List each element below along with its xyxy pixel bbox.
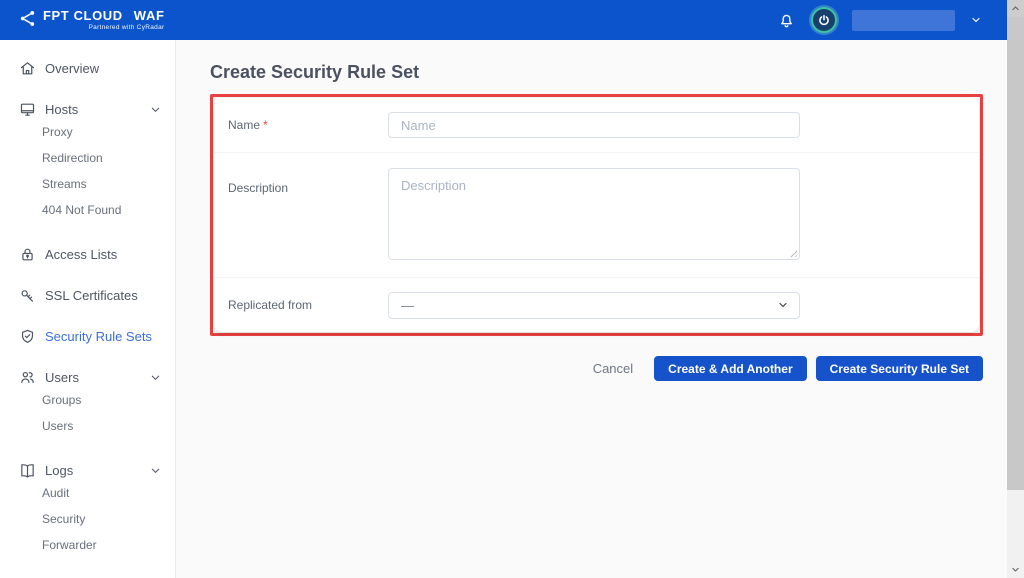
selected-option: —: [401, 297, 414, 313]
key-icon: [19, 287, 36, 304]
user-name-redacted[interactable]: [852, 9, 955, 31]
product-name: WAF: [133, 7, 165, 23]
sidebar-item-access-lists[interactable]: Access Lists: [0, 244, 175, 264]
home-icon: [19, 60, 36, 77]
top-bar: FPT CLOUD WAF Partnered with CyRadar: [0, 0, 1024, 40]
form-row-description: Description: [214, 152, 979, 277]
sidebar-item-users[interactable]: Users: [0, 413, 175, 439]
power-logout-icon[interactable]: [811, 7, 837, 33]
sidebar-subitem-label: Proxy: [42, 125, 73, 139]
sidebar-item-label: Hosts: [45, 101, 79, 117]
sidebar-subitem-label: Streams: [42, 177, 87, 191]
description-textarea[interactable]: [388, 168, 800, 260]
book-icon: [19, 462, 36, 479]
sidebar-item-logs[interactable]: Logs: [0, 460, 175, 480]
sidebar-item-label: SSL Certificates: [45, 287, 138, 303]
sidebar-item-404-not-found[interactable]: 404 Not Found: [0, 197, 175, 223]
sidebar-subitem-label: 404 Not Found: [42, 203, 122, 217]
monitor-icon: [19, 101, 36, 118]
create-rule-set-form: Name* Description Replicated from —: [214, 98, 979, 332]
form-row-replicated-from: Replicated from —: [214, 277, 979, 332]
sidebar-item-streams[interactable]: Streams: [0, 171, 175, 197]
scrollbar[interactable]: [1007, 0, 1024, 578]
sidebar-item-ssl-certificates[interactable]: SSL Certificates: [0, 285, 175, 305]
sidebar-subitem-label: Users: [42, 419, 74, 433]
page-title: Create Security Rule Set: [210, 62, 420, 82]
cancel-button[interactable]: Cancel: [593, 361, 633, 376]
form-actions: Cancel Create & Add Another Create Secur…: [210, 356, 983, 381]
red-annotation-box: Name* Description Replicated from —: [210, 94, 983, 336]
notifications-bell-icon[interactable]: [777, 11, 796, 30]
sidebar-item-hosts[interactable]: Hosts: [0, 99, 175, 119]
sidebar-item-label: Access Lists: [45, 246, 118, 262]
logo-tagline: Partnered with CyRadar: [88, 23, 165, 31]
description-field-label: Description: [228, 181, 289, 195]
sidebar-item-redirection[interactable]: Redirection: [0, 145, 175, 171]
sidebar-item-groups[interactable]: Groups: [0, 387, 175, 413]
name-input[interactable]: [388, 112, 800, 138]
form-row-name: Name *: [214, 98, 979, 152]
sidebar-item-forwarder[interactable]: Forwarder: [0, 532, 175, 558]
sidebar-item-audit[interactable]: Audit: [0, 480, 175, 506]
shield-check-icon: [19, 328, 36, 345]
sidebar-subitem-label: Security: [42, 512, 86, 526]
required-asterisk: *: [263, 118, 268, 132]
sidebar: Overview Hosts Proxy Redirection Streams…: [0, 40, 176, 578]
main-content: Create Security Rule Set Name* Descripti…: [177, 40, 1007, 578]
sidebar-item-users-group[interactable]: Users: [0, 367, 175, 387]
header-actions: [777, 7, 994, 33]
sidebar-subitem-label: Forwarder: [42, 538, 97, 552]
sidebar-item-label: Logs: [45, 462, 74, 478]
replicated-from-select[interactable]: —: [388, 291, 800, 319]
sidebar-item-label: Users: [45, 369, 79, 385]
brand-name: FPT CLOUD: [43, 7, 123, 23]
sidebar-item-overview[interactable]: Overview: [0, 58, 175, 78]
sidebar-item-label: Security Rule Sets: [45, 328, 152, 344]
scroll-down-arrow-icon[interactable]: [1007, 561, 1024, 578]
name-field-label: Name: [228, 118, 261, 132]
user-menu-chevron-down-icon[interactable]: [970, 14, 982, 26]
chevron-down-icon: [777, 299, 789, 311]
sidebar-subitem-label: Redirection: [42, 151, 103, 165]
lock-icon: [19, 246, 36, 263]
replicated-from-field-label: Replicated from: [228, 298, 313, 312]
scrollbar-thumb[interactable]: [1007, 17, 1024, 490]
sidebar-item-proxy[interactable]: Proxy: [0, 119, 175, 145]
users-icon: [19, 369, 36, 386]
chevron-down-icon[interactable]: [150, 372, 161, 383]
chevron-down-icon[interactable]: [150, 104, 161, 115]
sidebar-subitem-label: Groups: [42, 393, 82, 407]
chevron-down-icon[interactable]: [150, 465, 161, 476]
scroll-up-arrow-icon[interactable]: [1007, 0, 1024, 17]
fpt-cloud-waf-logo[interactable]: FPT CLOUD WAF Partnered with CyRadar: [18, 9, 164, 32]
sidebar-item-security-rule-sets[interactable]: Security Rule Sets: [0, 326, 175, 346]
sidebar-item-label: Overview: [45, 60, 100, 76]
sidebar-subitem-label: Audit: [42, 486, 70, 500]
fpt-cloud-logo-icon: [18, 9, 37, 28]
create-security-rule-set-button[interactable]: Create Security Rule Set: [815, 356, 983, 381]
sidebar-item-security[interactable]: Security: [0, 506, 175, 532]
create-add-another-button[interactable]: Create & Add Another: [654, 356, 807, 381]
